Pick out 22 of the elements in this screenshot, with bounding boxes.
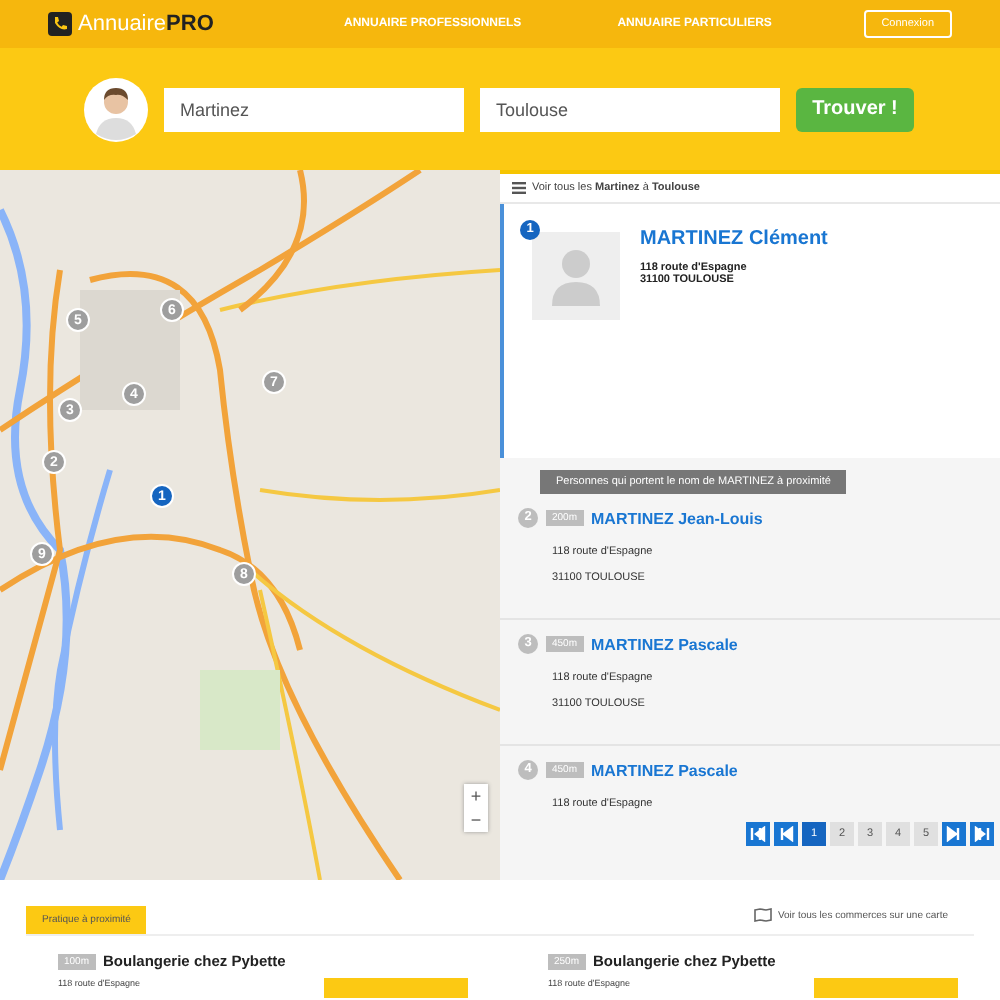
last-arrow-icon — [974, 826, 990, 842]
phone-icon — [48, 12, 72, 36]
city-search-field[interactable]: Toulouse — [480, 87, 780, 131]
first-page-button[interactable] — [746, 822, 770, 846]
map-icon — [753, 908, 772, 922]
first-arrow-icon — [750, 826, 766, 842]
person-name[interactable]: MARTINEZ Clément — [640, 228, 828, 250]
next-page-button[interactable] — [942, 822, 966, 846]
person-name[interactable]: MARTINEZ Pascale — [591, 761, 738, 779]
logo-text[interactable]: AnnuairePRO — [78, 12, 214, 36]
zoom-out-button[interactable]: − — [464, 808, 488, 832]
avatar-icon — [84, 77, 148, 141]
person-name[interactable]: MARTINEZ Pascale — [591, 635, 738, 653]
previous-page-button[interactable] — [774, 822, 798, 846]
name-search-field[interactable]: Martinez — [164, 87, 464, 131]
list-icon — [512, 182, 526, 194]
person-name[interactable]: MARTINEZ Jean-Louis — [591, 509, 763, 527]
next-arrow-icon — [946, 826, 962, 842]
person-silhouette-icon — [532, 232, 620, 320]
prev-arrow-icon — [778, 826, 794, 842]
zoom-in-button[interactable]: + — [464, 784, 488, 808]
last-page-button[interactable] — [970, 822, 994, 846]
